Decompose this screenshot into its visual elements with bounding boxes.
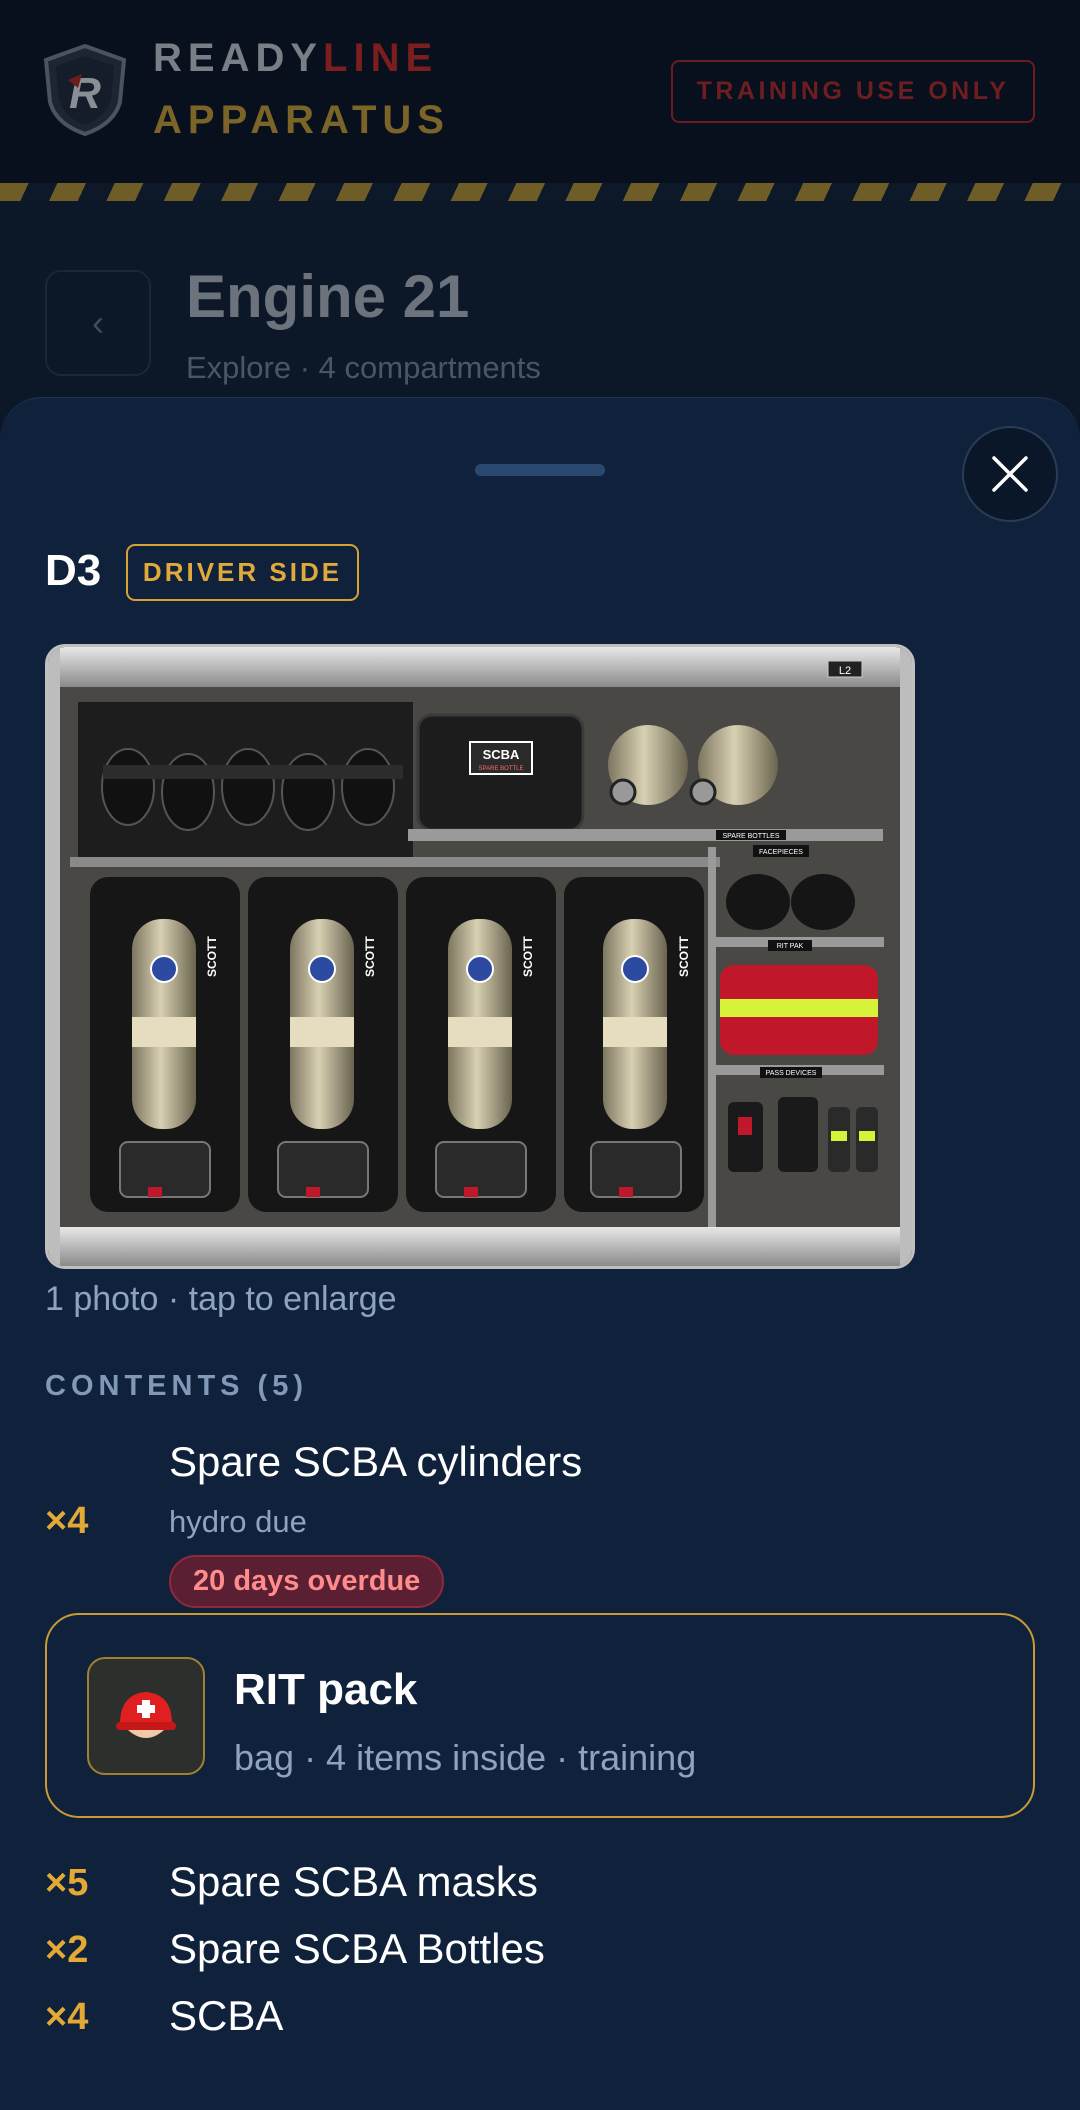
item-name: RIT pack [234, 1665, 418, 1714]
svg-text:SPARE BOTTLES: SPARE BOTTLES [722, 833, 779, 840]
item-name: Spare SCBA Bottles [169, 1925, 545, 1972]
close-icon [992, 456, 1028, 492]
app-header: R READYLINE APPARATUS TRAINING USE ONLY [0, 0, 1080, 183]
item-quantity: ×4 [45, 1996, 89, 2038]
brand-name: READYLINE [153, 36, 439, 80]
list-item[interactable]: ×4 Spare SCBA cylinders hydro due 20 day… [0, 1438, 1080, 1608]
training-badge: TRAINING USE ONLY [671, 60, 1035, 123]
svg-text:RIT PAK: RIT PAK [777, 943, 804, 950]
item-name: Spare SCBA masks [169, 1858, 538, 1905]
side-badge: DRIVER SIDE [126, 544, 359, 601]
svg-text:SCOTT: SCOTT [363, 936, 377, 977]
back-button[interactable]: ‹ [45, 270, 151, 376]
compartment-code: D3 [45, 546, 102, 595]
close-button[interactable] [962, 426, 1058, 522]
list-item[interactable]: ×5 Spare SCBA masks [0, 1858, 1080, 1914]
page-title: Engine 21 [186, 263, 470, 330]
list-item[interactable]: ×4 SCBA [0, 1992, 1080, 2048]
photo-caption: 1 photo · tap to enlarge [45, 1280, 397, 1318]
item-quantity: ×4 [45, 1500, 89, 1542]
svg-text:SCOTT: SCOTT [521, 936, 535, 977]
svg-text:R: R [69, 69, 101, 118]
logo-shield-icon: R [43, 44, 127, 136]
page-subtitle: Explore · 4 compartments [186, 350, 541, 385]
compartment-sheet: D3 DRIVER SIDE L2 SCBA SPARE BOTTLE SPAR… [0, 397, 1080, 2110]
svg-text:FACEPIECES: FACEPIECES [759, 849, 803, 856]
item-details: bag · 4 items inside · training [234, 1737, 697, 1778]
rit-pack-card[interactable]: RIT pack bag · 4 items inside · training [45, 1613, 1035, 1818]
background-page: R READYLINE APPARATUS TRAINING USE ONLY … [0, 0, 1080, 421]
overdue-status-badge: 20 days overdue [169, 1555, 445, 1608]
svg-text:SCOTT: SCOTT [205, 936, 219, 977]
helmet-icon-glyph [116, 1692, 176, 1738]
svg-text:SPARE BOTTLE: SPARE BOTTLE [479, 766, 524, 772]
item-name: Spare SCBA cylinders [169, 1438, 583, 1485]
hazard-stripe [0, 183, 1080, 201]
compartment-photo[interactable]: L2 SCBA SPARE BOTTLE SPARE BOTTLES FACEP… [45, 644, 915, 1269]
item-quantity: ×5 [45, 1862, 89, 1904]
item-note: hydro due [169, 1504, 307, 1539]
brand-subtitle: APPARATUS [153, 98, 450, 142]
svg-text:L2: L2 [839, 665, 851, 677]
list-item[interactable]: ×2 Spare SCBA Bottles [0, 1925, 1080, 1981]
svg-text:PASS DEVICES: PASS DEVICES [766, 1070, 817, 1077]
compartment-photo-image: L2 SCBA SPARE BOTTLE SPARE BOTTLES FACEP… [48, 647, 912, 1266]
contents-heading: CONTENTS (5) [45, 1370, 308, 1402]
title-area [0, 201, 1080, 421]
svg-text:SCBA: SCBA [483, 747, 520, 762]
sheet-drag-handle[interactable] [475, 464, 605, 476]
item-quantity: ×2 [45, 1929, 89, 1971]
helmet-icon [87, 1657, 205, 1775]
svg-text:SCOTT: SCOTT [677, 936, 691, 977]
item-name: SCBA [169, 1992, 284, 2039]
